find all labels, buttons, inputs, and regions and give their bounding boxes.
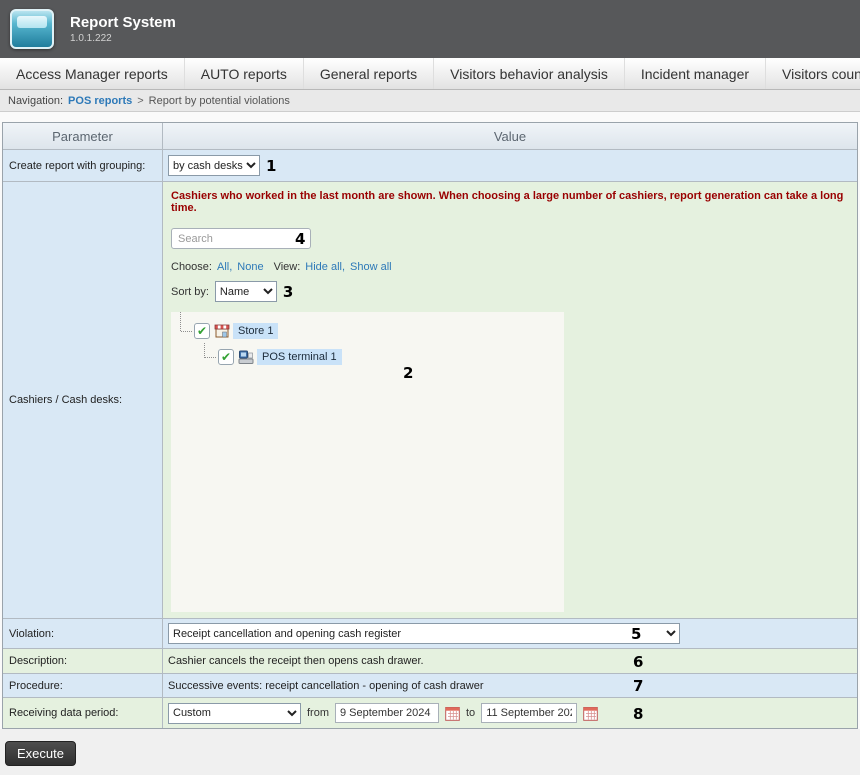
comma-separator: , <box>342 261 345 273</box>
period-label: Receiving data period: <box>3 698 163 728</box>
breadcrumb-separator: > <box>137 95 143 107</box>
tree-node-pos-terminal: POS terminal 1 <box>171 344 564 370</box>
page-footer: Execute <box>0 729 860 775</box>
annotation-3: 3 <box>283 283 293 301</box>
store-icon <box>214 323 230 339</box>
breadcrumb-link-pos-reports[interactable]: POS reports <box>68 95 132 107</box>
description-value: Cashier cancels the receipt then opens c… <box>168 655 424 667</box>
annotation-7: 7 <box>633 677 643 695</box>
row-violation: Violation: Receipt cancellation and open… <box>3 618 857 648</box>
nav-item-access-manager-reports[interactable]: Access Manager reports <box>0 58 184 89</box>
violation-label: Violation: <box>3 619 163 648</box>
view-hide-all-link[interactable]: Hide all <box>305 261 342 273</box>
execute-button[interactable]: Execute <box>5 741 76 766</box>
app-header: Report System 1.0.1.222 <box>0 0 860 58</box>
grouping-select[interactable]: by cash desks <box>168 155 260 176</box>
nav-item-auto-reports[interactable]: AUTO reports <box>184 58 303 89</box>
breadcrumb-current-page: Report by potential violations <box>149 95 290 107</box>
pos-terminal-icon <box>238 349 254 365</box>
calendar-icon[interactable] <box>583 706 598 721</box>
breadcrumb-prefix: Navigation: <box>8 95 63 107</box>
row-grouping: Create report with grouping: by cash des… <box>3 149 857 181</box>
app-icon <box>10 9 54 49</box>
annotation-2: 2 <box>403 364 413 382</box>
cashiers-label: Cashiers / Cash desks: <box>3 182 163 618</box>
nav-item-visitors-counting[interactable]: Visitors counting <box>765 58 860 89</box>
tree-connector-line <box>204 343 205 358</box>
nav-item-general-reports[interactable]: General reports <box>303 58 433 89</box>
annotation-6: 6 <box>633 653 643 671</box>
store-checkbox[interactable] <box>194 323 210 339</box>
sort-select[interactable]: Name <box>215 281 277 302</box>
app-titles: Report System 1.0.1.222 <box>70 14 176 44</box>
row-procedure: Procedure: Successive events: receipt ca… <box>3 673 857 697</box>
row-period: Receiving data period: Custom from to <box>3 697 857 728</box>
period-from-label: from <box>307 707 329 719</box>
cashiers-links-row: Choose: All , None View: Hide all , Show… <box>171 261 849 273</box>
tree-label-store-1[interactable]: Store 1 <box>233 323 278 339</box>
row-cashiers: Cashiers / Cash desks: Cashiers who work… <box>3 181 857 618</box>
nav-item-visitors-behavior-analysis[interactable]: Visitors behavior analysis <box>433 58 624 89</box>
tree-label-pos-terminal-1[interactable]: POS terminal 1 <box>257 349 342 365</box>
period-to-label: to <box>466 707 475 719</box>
pos-terminal-checkbox[interactable] <box>218 349 234 365</box>
row-description: Description: Cashier cancels the receipt… <box>3 648 857 673</box>
annotation-1: 1 <box>266 157 276 175</box>
nav-item-incident-manager[interactable]: Incident manager <box>624 58 765 89</box>
column-header-value: Value <box>163 123 857 149</box>
choose-all-link[interactable]: All <box>217 261 229 273</box>
sort-by-label: Sort by: <box>171 286 209 298</box>
cashiers-sort-row: Sort by: Name 3 <box>171 281 849 302</box>
search-input[interactable] <box>171 228 311 249</box>
annotation-4: 4 <box>295 230 305 248</box>
choose-label: Choose: <box>171 261 212 273</box>
breadcrumb: Navigation: POS reports > Report by pote… <box>0 90 860 112</box>
tree-connector-line <box>180 312 181 331</box>
procedure-value: Successive events: receipt cancellation … <box>168 680 484 692</box>
calendar-icon[interactable] <box>445 706 460 721</box>
comma-separator: , <box>229 261 232 273</box>
choose-none-link[interactable]: None <box>237 261 263 273</box>
column-header-parameter: Parameter <box>3 123 163 149</box>
description-label: Description: <box>3 649 163 673</box>
date-to-input[interactable] <box>481 703 577 723</box>
app-version: 1.0.1.222 <box>70 33 176 44</box>
view-show-all-link[interactable]: Show all <box>350 261 392 273</box>
violation-select[interactable]: Receipt cancellation and opening cash re… <box>168 623 680 644</box>
view-label: View: <box>274 261 301 273</box>
grouping-label: Create report with grouping: <box>3 150 163 181</box>
tree-node-store: Store 1 <box>171 318 564 344</box>
app-title: Report System <box>70 14 176 31</box>
table-header-row: Parameter Value <box>3 123 857 149</box>
cashiers-tree: Store 1 POS terminal 1 <box>171 312 564 612</box>
parameters-table: Parameter Value Create report with group… <box>2 122 858 729</box>
procedure-label: Procedure: <box>3 674 163 697</box>
tree-connector-line <box>181 331 192 332</box>
period-mode-select[interactable]: Custom <box>168 703 301 724</box>
annotation-8: 8 <box>633 705 643 723</box>
main-nav: Access Manager reports AUTO reports Gene… <box>0 58 860 90</box>
date-from-input[interactable] <box>335 703 439 723</box>
tree-connector-line <box>205 357 216 358</box>
cashiers-search-wrap: 4 <box>171 228 849 249</box>
cashiers-warning-text: Cashiers who worked in the last month ar… <box>171 190 849 214</box>
